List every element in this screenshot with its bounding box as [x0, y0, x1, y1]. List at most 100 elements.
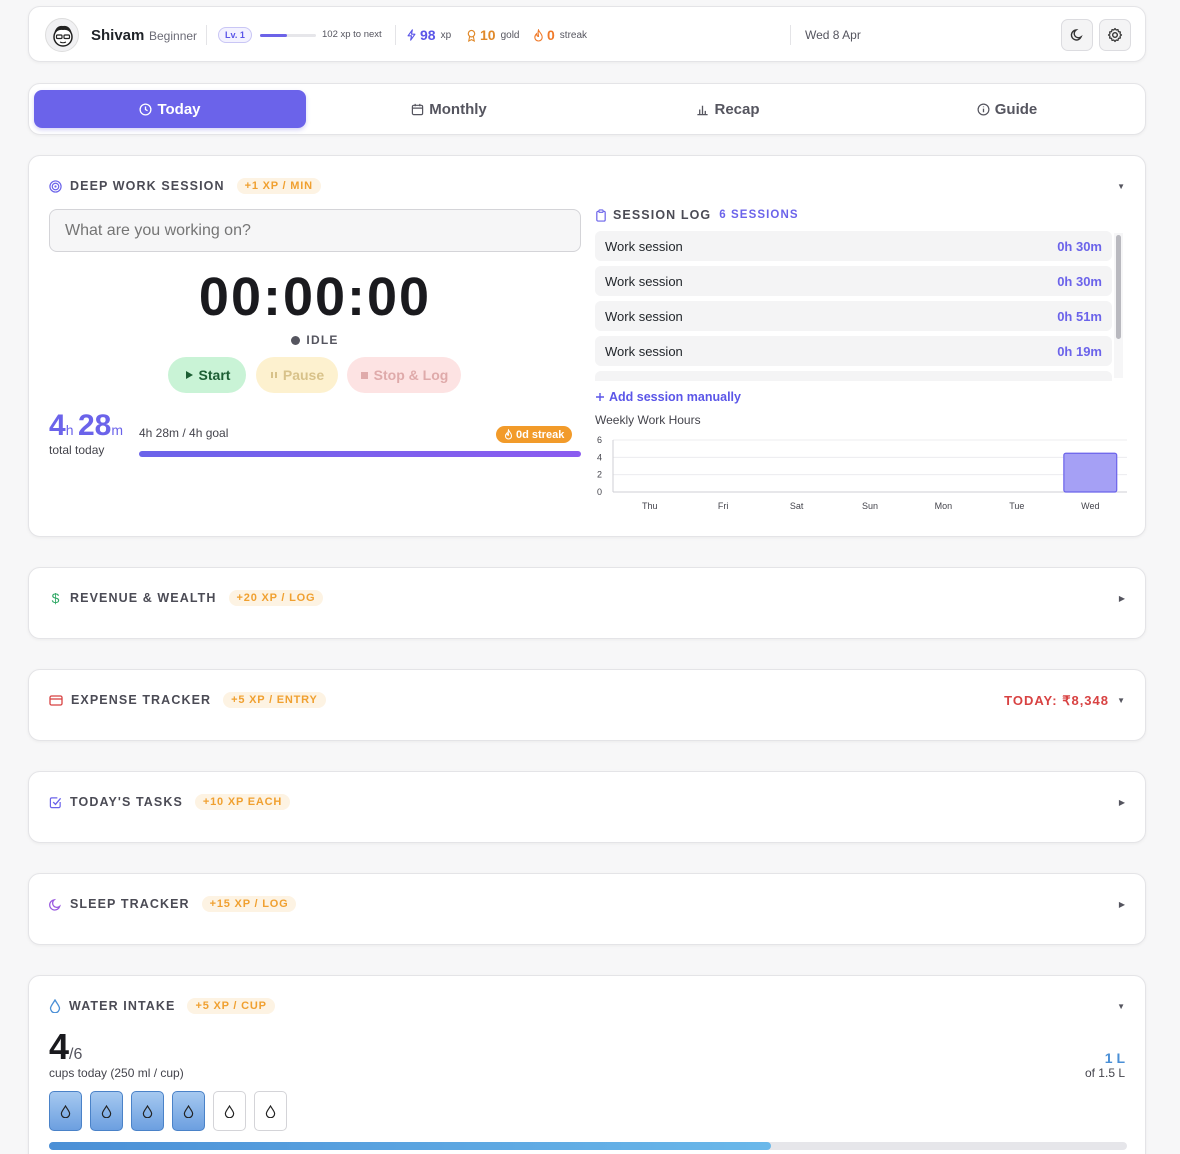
tab-label: Guide: [994, 100, 1038, 118]
streak-badge-text: 0d streak: [516, 428, 565, 441]
session-duration: 0h 30m: [1057, 273, 1102, 289]
streak-stat: 0 streak: [533, 27, 587, 43]
xp-progress-bar: [260, 34, 316, 37]
cups-label: cups today (250 ml / cup): [49, 1066, 184, 1080]
checkbox-icon: [49, 796, 62, 808]
stop-log-button[interactable]: Stop & Log: [347, 357, 461, 393]
expand-caret-icon[interactable]: ▶: [1119, 900, 1125, 909]
flame-icon: [504, 429, 513, 440]
xp-badge: +5 XP / CUP: [187, 998, 275, 1014]
chart-title: Weekly Work Hours: [595, 413, 701, 427]
tab-label: Recap: [714, 100, 760, 118]
xp-value: 98: [420, 27, 436, 43]
status-text: IDLE: [306, 333, 339, 347]
tasks-header[interactable]: TODAY'S TASKS +10 XP EACH: [49, 794, 291, 810]
lightning-icon: [407, 29, 416, 41]
section-title: DEEP WORK SESSION: [70, 179, 225, 193]
x-tick-label: Fri: [718, 501, 729, 511]
clock-icon: [139, 102, 153, 116]
session-name: Work session: [605, 308, 683, 324]
water-section: WATER INTAKE +5 XP / CUP ▼ 4/6 cups toda…: [28, 975, 1146, 1154]
gear-icon: [1107, 27, 1123, 43]
session-log-title: SESSION LOG 6 SESSIONS: [595, 208, 799, 222]
task-input[interactable]: [49, 209, 581, 252]
x-tick-label: Sat: [790, 501, 804, 511]
section-title: SLEEP TRACKER: [70, 897, 190, 911]
scrollbar[interactable]: [1114, 233, 1123, 378]
tab-label: Monthly: [429, 100, 487, 118]
start-label: Start: [198, 367, 231, 383]
deep-work-section: DEEP WORK SESSION +1 XP / MIN ▼ 00:00:00…: [28, 155, 1146, 537]
water-cup-filled[interactable]: [90, 1091, 123, 1131]
collapse-caret-icon[interactable]: ▼: [1117, 1002, 1125, 1011]
pause-icon: [270, 372, 277, 378]
expense-header[interactable]: EXPENSE TRACKER +5 XP / ENTRY: [49, 692, 326, 708]
x-tick-label: Wed: [1081, 501, 1099, 511]
tab-guide[interactable]: Guide: [871, 90, 1143, 128]
sleep-header[interactable]: SLEEP TRACKER +15 XP / LOG: [49, 896, 297, 912]
water-drop-icon: [224, 1104, 235, 1118]
hours-unit: h: [65, 422, 74, 438]
minutes-unit: m: [111, 422, 123, 438]
section-title: TODAY'S TASKS: [70, 795, 183, 809]
streak-value: 0: [547, 27, 555, 43]
water-header[interactable]: WATER INTAKE +5 XP / CUP: [49, 998, 275, 1014]
dark-mode-toggle[interactable]: [1061, 19, 1093, 51]
xp-badge: +5 XP / ENTRY: [223, 692, 326, 708]
cups-value: 4: [49, 1026, 70, 1067]
calendar-icon: [412, 103, 424, 115]
xp-stat: 98 xp: [406, 27, 451, 43]
target-icon: [49, 179, 62, 193]
pause-button[interactable]: Pause: [256, 357, 338, 393]
current-date: Wed 8 Apr: [805, 28, 861, 42]
water-cup-filled[interactable]: [172, 1091, 205, 1131]
water-cup-empty[interactable]: [213, 1091, 246, 1131]
level-badge: Lv. 1: [218, 27, 252, 43]
avatar[interactable]: [45, 18, 79, 52]
water-cup-empty[interactable]: [254, 1091, 287, 1131]
streak-unit: streak: [559, 29, 588, 41]
y-tick-label: 4: [597, 452, 602, 462]
revenue-header[interactable]: $ REVENUE & WEALTH +20 XP / LOG: [49, 590, 324, 606]
start-button[interactable]: Start: [168, 357, 246, 393]
tab-today[interactable]: Today: [34, 90, 306, 128]
session-list[interactable]: Work session 0h 30m Work session 0h 30m Wo…: [595, 231, 1127, 381]
gold-unit: gold: [500, 29, 520, 41]
stop-icon: [360, 371, 368, 379]
session-name: Work session: [605, 273, 683, 289]
water-cup-filled[interactable]: [131, 1091, 164, 1131]
list-item[interactable]: Work session 0h 19m: [595, 336, 1112, 366]
list-item[interactable]: Work session 0h 30m: [595, 231, 1112, 261]
list-item[interactable]: [595, 371, 1112, 381]
scrollbar-thumb[interactable]: [1116, 235, 1121, 339]
list-item[interactable]: Work session 0h 51m: [595, 301, 1112, 331]
status-dot: [291, 336, 301, 345]
stop-label: Stop & Log: [373, 367, 449, 383]
xp-progress-fill: [260, 34, 288, 37]
cups-goal: /6: [69, 1046, 83, 1063]
add-session-button[interactable]: Add session manually: [595, 390, 741, 404]
expand-caret-icon[interactable]: ▶: [1119, 798, 1125, 807]
settings-button[interactable]: [1099, 19, 1131, 51]
deep-work-header[interactable]: DEEP WORK SESSION +1 XP / MIN: [49, 178, 321, 194]
add-session-label: Add session manually: [609, 390, 741, 404]
collapse-caret-icon[interactable]: ▼: [1117, 182, 1125, 191]
y-tick-label: 6: [597, 435, 602, 445]
collapse-caret-icon[interactable]: ▼: [1117, 696, 1125, 705]
section-title: REVENUE & WEALTH: [70, 591, 217, 605]
play-icon: [185, 371, 193, 379]
expand-caret-icon[interactable]: ▶: [1119, 594, 1125, 603]
liters-goal: of 1.5 L: [1084, 1066, 1125, 1080]
credit-card-icon: [49, 694, 63, 706]
water-cup-filled[interactable]: [49, 1091, 82, 1131]
medal-icon: [467, 29, 476, 42]
top-bar: Shivam Beginner Lv. 1 102 xp to next 98 x…: [28, 6, 1146, 62]
divider: [395, 25, 396, 45]
list-item[interactable]: Work session 0h 30m: [595, 266, 1112, 296]
chart-bar-wed[interactable]: [1063, 452, 1118, 493]
total-hours: 4: [49, 409, 66, 442]
tab-monthly[interactable]: Monthly: [313, 90, 585, 128]
flame-icon: [534, 28, 543, 42]
section-title: EXPENSE TRACKER: [71, 693, 212, 707]
tab-recap[interactable]: Recap: [592, 90, 864, 128]
